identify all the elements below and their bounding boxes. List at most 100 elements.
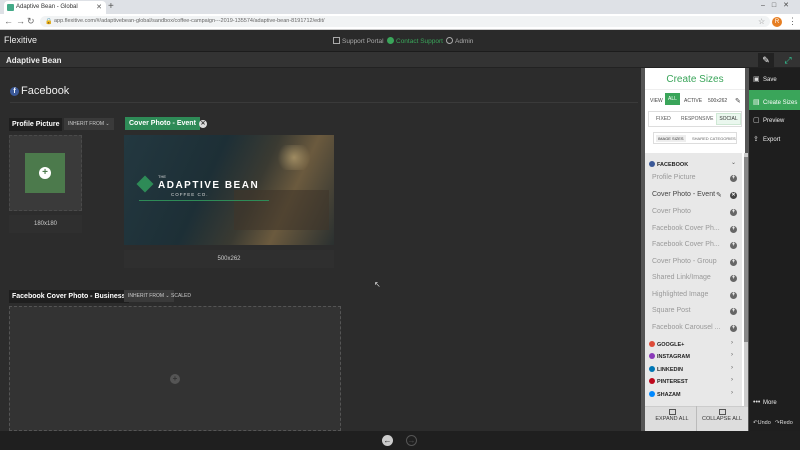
help-icon	[387, 37, 394, 44]
size-item[interactable]: Shared Link/Image	[652, 274, 711, 281]
edit-pencil-button[interactable]: ✎	[758, 53, 774, 67]
section-divider	[10, 102, 638, 103]
more-button[interactable]: ••• More	[753, 399, 777, 406]
add-icon[interactable]: +	[730, 292, 737, 299]
contact-support-link[interactable]: Contact Support	[387, 37, 443, 45]
chevron-right-icon[interactable]: ›	[731, 390, 733, 396]
size-item[interactable]: Highlighted Image	[652, 291, 708, 298]
tab-shared-categories[interactable]: SHARED CATEGORIES	[692, 136, 736, 141]
brand-title: ADAPTIVE BEAN	[158, 180, 260, 191]
size-item[interactable]: Facebook Cover Ph...	[652, 225, 720, 232]
pencil-icon[interactable]: ✎	[733, 94, 743, 108]
size-item[interactable]: Cover Photo - Group	[652, 258, 717, 265]
add-icon[interactable]: +	[730, 259, 737, 266]
export-button[interactable]: ⇪ Export	[753, 135, 780, 143]
new-tab-button[interactable]: +	[108, 1, 114, 12]
mouse-cursor-icon: ↖	[374, 280, 381, 289]
add-icon[interactable]: +	[730, 308, 737, 315]
section-header-linkedin[interactable]: LINKEDIN	[649, 366, 683, 373]
tab-fixed[interactable]: FIXED	[656, 116, 671, 122]
network-icon	[649, 366, 655, 372]
size-item[interactable]: Facebook Cover Ph...	[652, 241, 720, 248]
add-icon[interactable]: +	[170, 374, 180, 384]
add-icon[interactable]: +	[39, 167, 51, 179]
section-header-google[interactable]: GOOGLE+	[649, 341, 684, 348]
avatar[interactable]: R	[772, 17, 782, 27]
chevron-right-icon[interactable]: ›	[731, 340, 733, 346]
inherit-from-dropdown[interactable]: INHERIT FROM ⌄	[64, 118, 114, 130]
browser-tab-title: Adaptive Bean - Global	[16, 4, 78, 10]
brand-pre: THE	[158, 174, 166, 179]
add-icon[interactable]: +	[730, 325, 737, 332]
network-icon	[649, 391, 655, 397]
inherit-from-dropdown-business[interactable]: INHERIT FROM ⌄	[124, 290, 174, 302]
app-logo[interactable]: Flexitive	[4, 35, 37, 45]
reload-icon[interactable]: ↻	[27, 16, 35, 27]
facebook-cover-business-slot[interactable]	[9, 306, 341, 431]
close-icon[interactable]: ✕	[199, 120, 207, 128]
expand-all-button[interactable]: EXPAND ALL	[652, 409, 692, 422]
size-item[interactable]: Profile Picture	[652, 174, 696, 181]
network-icon	[649, 378, 655, 384]
view-active-chip[interactable]: ACTIVE	[682, 95, 704, 107]
tab-responsive[interactable]: RESPONSIVE	[681, 116, 714, 122]
facebook-icon	[649, 161, 655, 167]
add-icon[interactable]: +	[730, 275, 737, 282]
support-portal-link[interactable]: Support Portal	[333, 37, 384, 45]
section-header-instagram[interactable]: INSTAGRAM	[649, 353, 690, 360]
project-name: Adaptive Bean	[6, 56, 62, 65]
url-text: app.flexitive.com/#/adaptivebean-global/…	[54, 18, 325, 24]
tab-image-sizes[interactable]: IMAGE SIZES	[656, 135, 686, 142]
undo-button[interactable]: ↶Undo	[753, 420, 771, 426]
facebook-section-header[interactable]: FACEBOOK	[649, 161, 688, 168]
chevron-right-icon[interactable]: ›	[731, 377, 733, 383]
next-button[interactable]: →	[406, 435, 417, 446]
size-item[interactable]: Cover Photo - Event	[652, 191, 715, 198]
forward-icon[interactable]: →	[16, 16, 25, 26]
add-icon[interactable]: +	[730, 242, 737, 249]
facebook-cover-business-label: Facebook Cover Photo - Business	[9, 290, 129, 303]
browser-menu-icon[interactable]: ⋮	[788, 16, 797, 27]
section-header-pinterest[interactable]: PINTEREST	[649, 378, 688, 385]
chevron-right-icon[interactable]: ›	[731, 365, 733, 371]
add-icon[interactable]: +	[730, 226, 737, 233]
expand-icon[interactable]: ⤢	[780, 53, 796, 67]
create-sizes-button[interactable]: ▤ Create Sizes	[749, 90, 800, 110]
scaled-label: SCALED	[171, 293, 192, 299]
remove-icon[interactable]: ✕	[730, 192, 737, 199]
view-all-chip[interactable]: ALL	[665, 93, 680, 105]
size-item[interactable]: Facebook Carousel ...	[652, 324, 720, 331]
add-icon[interactable]: +	[730, 175, 737, 182]
url-field[interactable]: 🔒 app.flexitive.com/#/adaptivebean-globa…	[40, 16, 770, 27]
section-header-shazam[interactable]: SHAZAM	[649, 391, 681, 398]
size-item[interactable]: Square Post	[652, 307, 691, 314]
project-bar	[0, 52, 800, 68]
bookmark-star-icon[interactable]: ☆	[758, 17, 765, 26]
view-dimension-chip[interactable]: 500x262	[706, 95, 729, 107]
add-icon[interactable]: +	[730, 209, 737, 216]
browser-tab[interactable]: Adaptive Bean - Global ✕	[4, 1, 106, 14]
view-label: VIEW	[650, 98, 663, 104]
chevron-right-icon[interactable]: ›	[731, 352, 733, 358]
scrollbar-thumb[interactable]	[744, 157, 748, 342]
logo-text: Flexitive	[4, 35, 38, 45]
brand-subtitle: COFFEE CO.	[171, 192, 209, 197]
panel-divider	[645, 89, 745, 90]
tab-social[interactable]: SOCIAL	[716, 113, 741, 125]
collapse-all-button[interactable]: COLLAPSE ALL	[700, 409, 744, 422]
redo-button[interactable]: ↷Redo	[775, 420, 793, 426]
window-controls[interactable]: –□✕	[761, 1, 796, 9]
footer-divider	[696, 406, 697, 431]
grid-icon: ▤	[753, 99, 760, 106]
admin-link[interactable]: Admin	[446, 37, 473, 45]
size-item[interactable]: Cover Photo	[652, 208, 691, 215]
chevron-down-icon[interactable]: ⌄	[731, 159, 736, 166]
cover-photo-event-label[interactable]: Cover Photo - Event	[125, 117, 200, 130]
previous-button[interactable]: ←	[382, 435, 393, 446]
back-icon[interactable]: ←	[4, 16, 13, 26]
close-tab-icon[interactable]: ✕	[96, 3, 102, 11]
pencil-icon[interactable]: ✎	[716, 191, 722, 199]
profile-picture-preview[interactable]: +	[25, 153, 65, 193]
save-button[interactable]: ▣ Save	[753, 75, 777, 83]
preview-button[interactable]: ▢ Preview	[753, 116, 784, 124]
